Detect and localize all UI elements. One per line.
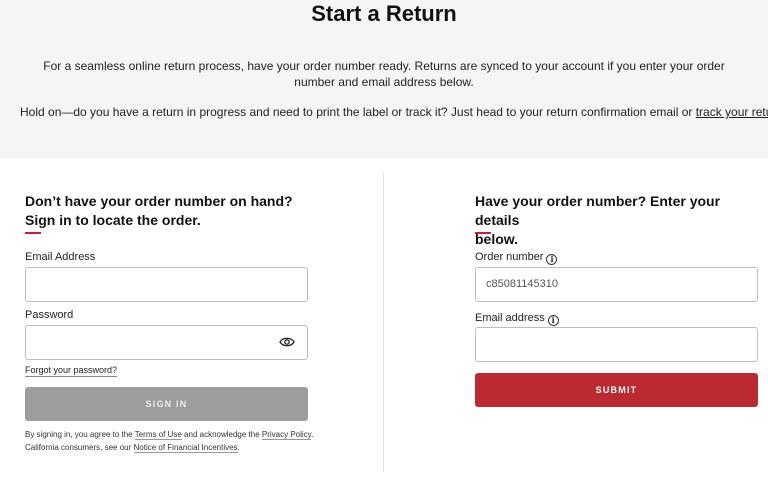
legal-text-2: and acknowledge the xyxy=(181,430,262,439)
order-email-input[interactable] xyxy=(475,327,758,362)
holdon-text-body: Hold on—do you have a return in progress… xyxy=(20,105,696,119)
order-number-input[interactable]: c85081145310 xyxy=(475,267,758,302)
column-divider xyxy=(383,172,384,472)
sign-in-button[interactable]: SIGN IN xyxy=(25,387,308,421)
legal-text-4: . xyxy=(237,443,240,452)
order-heading-rule xyxy=(475,232,491,234)
legal-text-1: By signing in, you agree to the xyxy=(25,430,135,439)
email-address-label: Email Address xyxy=(25,251,96,263)
order-heading-line1: Have your order number? Enter your detai… xyxy=(475,193,721,228)
intro-text: For a seamless online return process, ha… xyxy=(43,59,725,89)
password-label: Password xyxy=(25,309,74,321)
legal-text: By signing in, you agree to the Terms of… xyxy=(25,428,315,454)
order-number-label: Order number xyxy=(475,251,544,263)
order-email-label-row: Email address i xyxy=(475,311,559,326)
signin-email-input[interactable] xyxy=(25,267,308,302)
order-number-label-row: Order number i xyxy=(475,250,558,265)
track-return-link[interactable]: track your return xyxy=(696,105,768,119)
order-email-label: Email address xyxy=(475,312,545,324)
order-heading: Have your order number? Enter your detai… xyxy=(475,192,765,249)
page-title: Start a Return xyxy=(311,1,457,26)
signin-heading-rule xyxy=(25,232,41,234)
eye-icon[interactable] xyxy=(279,336,295,348)
financial-incentives-link[interactable]: Notice of Financial Incentives xyxy=(133,443,238,453)
holdon-text: Hold on—do you have a return in progress… xyxy=(20,104,768,120)
password-input[interactable] xyxy=(25,325,308,360)
info-icon[interactable]: i xyxy=(547,315,559,326)
forgot-password-link[interactable]: Forgot your password? xyxy=(25,365,118,377)
order-heading-line2: below. xyxy=(475,231,519,247)
signin-heading-line2: Sign in to locate the order. xyxy=(25,212,201,228)
signin-heading: Don’t have your order number on hand? Si… xyxy=(25,192,355,230)
submit-button[interactable]: SUBMIT xyxy=(475,373,758,407)
privacy-policy-link[interactable]: Privacy Policy xyxy=(261,430,312,440)
signin-heading-line1: Don’t have your order number on hand? xyxy=(25,193,293,209)
info-icon[interactable]: i xyxy=(546,254,558,265)
terms-of-use-link[interactable]: Terms of Use xyxy=(134,430,182,440)
